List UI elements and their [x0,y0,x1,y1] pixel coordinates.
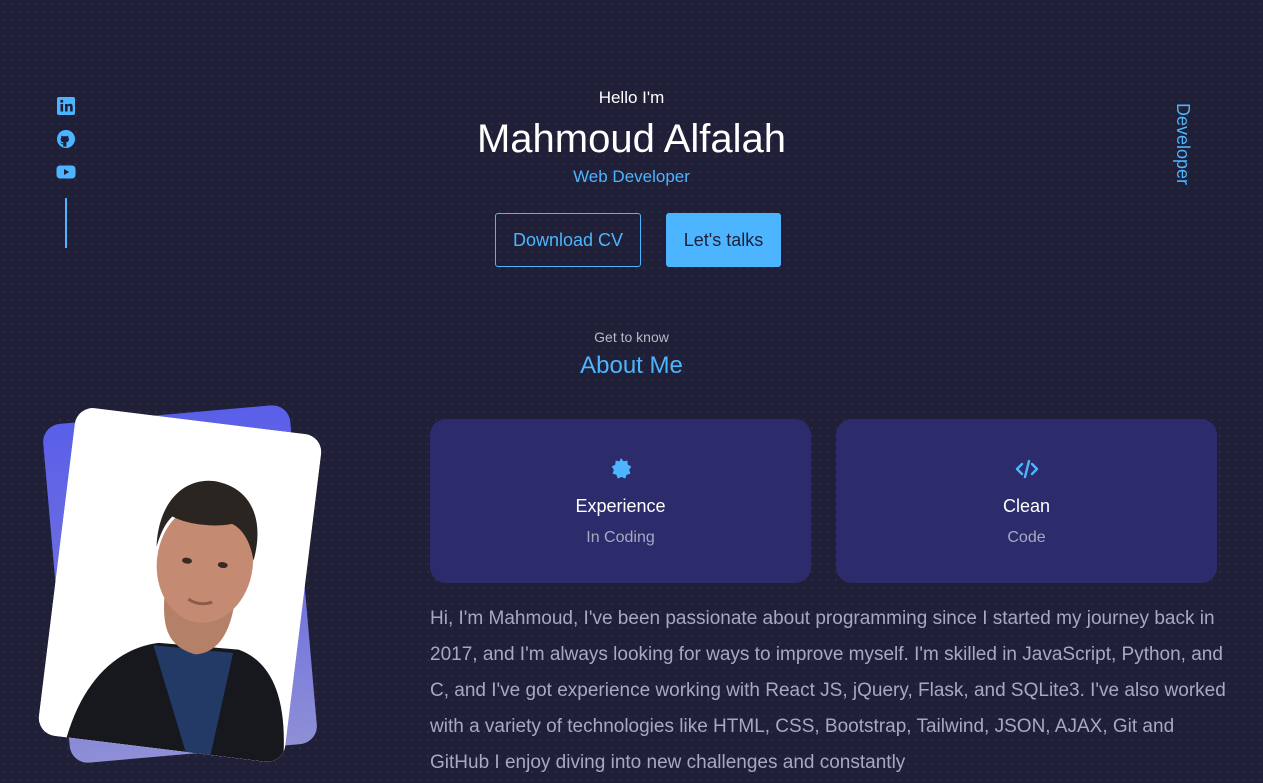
lets-talk-button[interactable]: Let's talks [666,213,781,267]
card-title: Clean [1002,496,1051,516]
card-subtitle: Code [1007,529,1046,546]
code-icon [1015,457,1039,481]
award-icon [609,457,633,481]
about-bio: Hi, I'm Mahmoud, I've been passionate ab… [430,608,1226,773]
page-title: Mahmoud Alfalah [476,117,787,161]
greeting-text: Hello I'm [598,88,665,107]
about-subtitle: Get to know [594,329,669,345]
portrait-illustration [36,406,324,764]
download-cv-button[interactable]: Download CV [495,213,641,267]
card-subtitle: In Coding [586,529,655,546]
profile-photo [36,406,324,764]
role-subtitle: Web Developer [573,167,690,186]
experience-card: Experience In Coding [430,419,811,583]
social-divider-line [65,198,67,248]
card-title: Experience [575,496,666,516]
about-title: About Me [580,352,683,379]
clean-code-card: Clean Code [836,419,1217,583]
